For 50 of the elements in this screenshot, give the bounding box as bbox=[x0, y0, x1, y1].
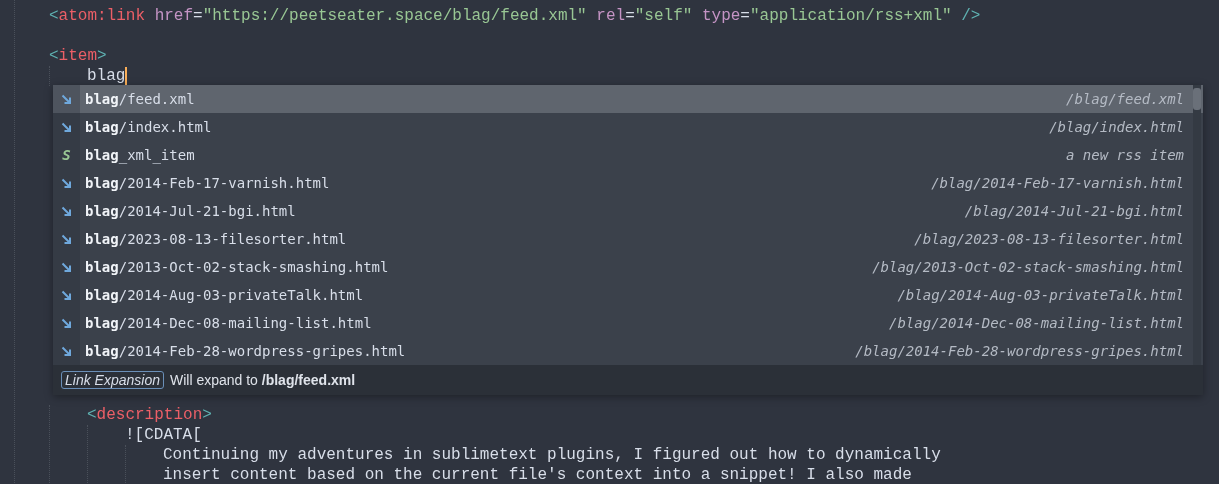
code-line: ![CDATA[ bbox=[125, 425, 202, 445]
completion-trigger: blag/2014-Jul-21-bgi.html bbox=[85, 203, 296, 219]
completion-item[interactable]: blag/2014-Jul-21-bgi.html /blag/2014-Jul-21-bgi.html bbox=[53, 197, 1203, 225]
completion-trigger: blag_xml_item bbox=[85, 147, 195, 163]
completion-item[interactable]: blag/2023-08-13-filesorter.html /blag/2023-08-13-filesorter.html bbox=[53, 225, 1203, 253]
details-text: Will expand to /blag/feed.xml bbox=[169, 372, 356, 388]
arrow-icon bbox=[61, 289, 72, 301]
completion-item[interactable]: blag/2014-Aug-03-privateTalk.html /blag/2014-Aug-03-privateTalk.html bbox=[53, 281, 1203, 309]
completion-item[interactable]: blag/2014-Feb-28-wordpress-gripes.html /blag/2014-Feb-28-wordpress-gripes.html bbox=[53, 337, 1203, 365]
completion-trigger: blag/2013-Oct-02-stack-smashing.html bbox=[85, 259, 389, 275]
completion-annotation: /blag/2023-08-13-filesorter.html bbox=[914, 231, 1184, 247]
arrow-icon bbox=[61, 261, 72, 273]
code-line: Continuing my adventures in sublimetext plugins, I figured out how to dynamically bbox=[163, 445, 941, 465]
arrow-icon bbox=[61, 205, 72, 217]
code-line: <atom:link href="https://peetseater.space/blag/feed.xml" rel="self" type="application/rss+xml" /> bbox=[49, 6, 981, 26]
completion-item[interactable]: blag/feed.xml /blag/feed.xml bbox=[53, 85, 1203, 113]
completion-item[interactable]: S blag_xml_item a new rss item bbox=[53, 141, 1203, 169]
arrow-icon bbox=[61, 233, 72, 245]
completion-annotation: /blag/2014-Jul-21-bgi.html bbox=[964, 203, 1184, 219]
completion-item[interactable]: blag/index.html /blag/index.html bbox=[53, 113, 1203, 141]
completion-annotation: /blag/2014-Feb-17-varnish.html bbox=[931, 175, 1184, 191]
completion-trigger: blag/index.html bbox=[85, 119, 212, 135]
completion-trigger: blag/2014-Feb-28-wordpress-gripes.html bbox=[85, 343, 406, 359]
completion-annotation: /blag/2014-Feb-28-wordpress-gripes.html bbox=[855, 343, 1184, 359]
completion-trigger: blag/2023-08-13-filesorter.html bbox=[85, 231, 347, 247]
completion-annotation: /blag/2014-Aug-03-privateTalk.html bbox=[897, 287, 1184, 303]
code-line: <description> bbox=[87, 405, 212, 425]
completion-annotation: /blag/2014-Dec-08-mailing-list.html bbox=[889, 315, 1184, 331]
completion-annotation: /blag/index.html bbox=[1049, 119, 1184, 135]
completion-item[interactable]: blag/2013-Oct-02-stack-smashing.html /blag/2013-Oct-02-stack-smashing.html bbox=[53, 253, 1203, 281]
scrollbar-thumb[interactable] bbox=[1193, 88, 1201, 110]
completion-item[interactable]: blag/2014-Feb-17-varnish.html /blag/2014-Feb-17-varnish.html bbox=[53, 169, 1203, 197]
completion-trigger: blag/2014-Aug-03-privateTalk.html bbox=[85, 287, 364, 303]
arrow-icon bbox=[61, 317, 72, 329]
completion-annotation: a new rss item bbox=[1066, 147, 1184, 163]
snippet-kind: S bbox=[62, 147, 71, 163]
arrow-icon bbox=[61, 121, 72, 133]
completion-trigger: blag/feed.xml bbox=[85, 91, 195, 107]
completion-trigger: blag/2014-Feb-17-varnish.html bbox=[85, 175, 330, 191]
code-line: insert content based on the current file's context into a snippet! I also made bbox=[163, 465, 912, 484]
arrow-icon bbox=[61, 345, 72, 357]
kind-badge: Link Expansion bbox=[61, 371, 164, 389]
code-line: <item> bbox=[49, 46, 107, 66]
completion-item[interactable]: blag/2014-Dec-08-mailing-list.html /blag/2014-Dec-08-mailing-list.html bbox=[53, 309, 1203, 337]
arrow-icon bbox=[61, 177, 72, 189]
completion-trigger: blag/2014-Dec-08-mailing-list.html bbox=[85, 315, 372, 331]
completion-annotation: /blag/2013-Oct-02-stack-smashing.html bbox=[872, 259, 1184, 275]
code-line: blag bbox=[87, 66, 128, 86]
arrow-icon bbox=[61, 93, 72, 105]
completion-annotation: /blag/feed.xml bbox=[1066, 91, 1184, 107]
